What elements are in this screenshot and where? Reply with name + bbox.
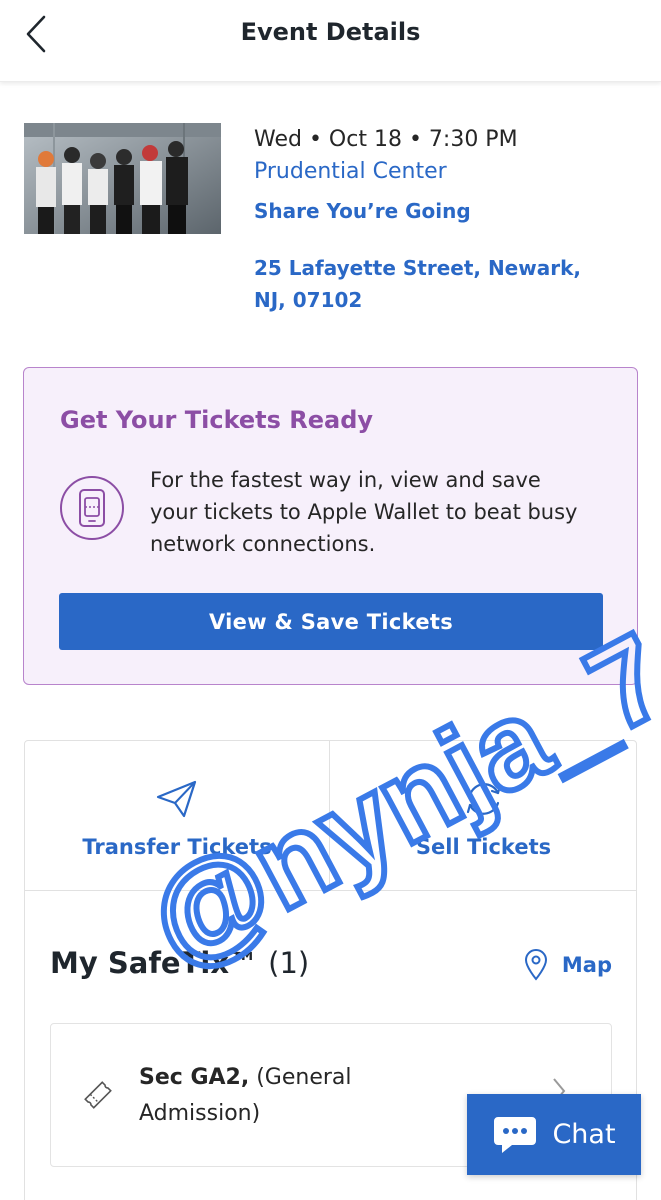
event-info: Wed • Oct 18 • 7:30 PM Prudential Center… (254, 124, 634, 316)
chat-bubble-icon (494, 1116, 537, 1153)
tickets-ready-card: Get Your Tickets Ready For the fastest w… (23, 367, 638, 685)
safetix-title: My SafeTix™ (50, 946, 259, 980)
ticket-icon (84, 1081, 112, 1109)
safetix-heading: My SafeTix™ (1) (50, 946, 309, 980)
ticket-description: Sec GA2, (General Admission) (139, 1060, 469, 1132)
ticket-count: (1) (268, 946, 310, 980)
map-pin-icon (524, 949, 547, 981)
share-link[interactable]: Share You’re Going (254, 198, 471, 224)
promo-text: For the fastest way in, view and save yo… (150, 468, 578, 556)
chat-button[interactable]: Chat (467, 1094, 641, 1175)
venue-link[interactable]: Prudential Center (254, 156, 447, 188)
action-row: Transfer Tickets Sell Tickets (25, 741, 636, 891)
promo-title: Get Your Tickets Ready (60, 406, 374, 434)
refresh-icon (466, 783, 501, 815)
event-date: Wed • Oct 18 • 7:30 PM (254, 127, 518, 152)
event-image (24, 123, 221, 234)
map-label: Map (561, 953, 612, 977)
paper-plane-icon (156, 780, 197, 818)
transfer-tickets-button[interactable]: Transfer Tickets (25, 741, 330, 891)
sell-tickets-button[interactable]: Sell Tickets (331, 741, 636, 891)
phone-ticket-icon (60, 476, 124, 540)
view-save-tickets-button[interactable]: View & Save Tickets (59, 593, 603, 650)
map-button[interactable]: Map (524, 949, 612, 981)
event-details-screen: Event Details Wed • Oct 18 • 7:30 PM Pru… (0, 0, 661, 1200)
page-title: Event Details (240, 18, 421, 46)
address-link[interactable]: 25 Lafayette Street, Newark, NJ, 07102 (254, 252, 614, 316)
sell-tickets-label: Sell Tickets (415, 835, 552, 859)
chat-label: Chat (552, 1119, 616, 1150)
top-nav-bar: Event Details (0, 0, 661, 82)
ticket-section: Sec GA2, (139, 1065, 250, 1090)
transfer-tickets-label: Transfer Tickets (82, 835, 272, 859)
